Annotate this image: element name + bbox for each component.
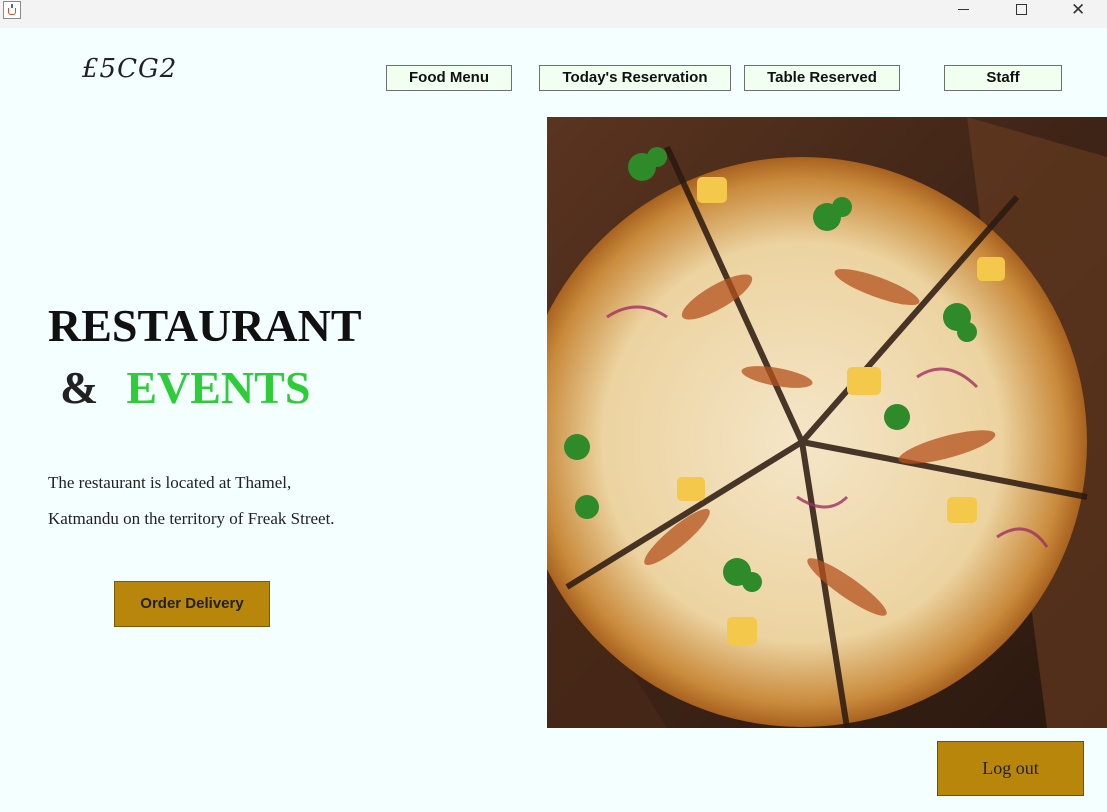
pizza-illustration (547, 117, 1107, 728)
description-line-2: Katmandu on the territory of Freak Stree… (48, 509, 335, 528)
title-bar: ✕ (0, 0, 1107, 28)
minimize-icon (958, 9, 969, 10)
app-window: ✕ £5CG2 Food Menu Today's Reservation Ta… (0, 0, 1107, 812)
maximize-icon (1016, 4, 1027, 15)
headline-ampersand: & (60, 362, 99, 413)
staff-button[interactable]: Staff (944, 65, 1062, 91)
minimize-button[interactable] (941, 0, 987, 22)
close-button[interactable]: ✕ (1057, 0, 1103, 22)
logo: £5CG2 (82, 54, 178, 84)
headline-events: EVENTS (126, 362, 311, 413)
headline-restaurant: RESTAURANT (48, 300, 362, 351)
description-line-1: The restaurant is located at Thamel, (48, 473, 292, 492)
logout-button[interactable]: Log out (937, 741, 1084, 796)
table-reserved-button[interactable]: Table Reserved (744, 65, 900, 91)
order-delivery-button[interactable]: Order Delivery (114, 581, 270, 627)
maximize-button[interactable] (998, 0, 1044, 22)
food-menu-button[interactable]: Food Menu (386, 65, 512, 91)
java-app-icon (3, 1, 21, 19)
pizza-image (547, 117, 1107, 728)
close-icon: ✕ (1071, 0, 1086, 20)
todays-reservation-button[interactable]: Today's Reservation (539, 65, 731, 91)
headline-events-line: & EVENTS (60, 360, 310, 416)
